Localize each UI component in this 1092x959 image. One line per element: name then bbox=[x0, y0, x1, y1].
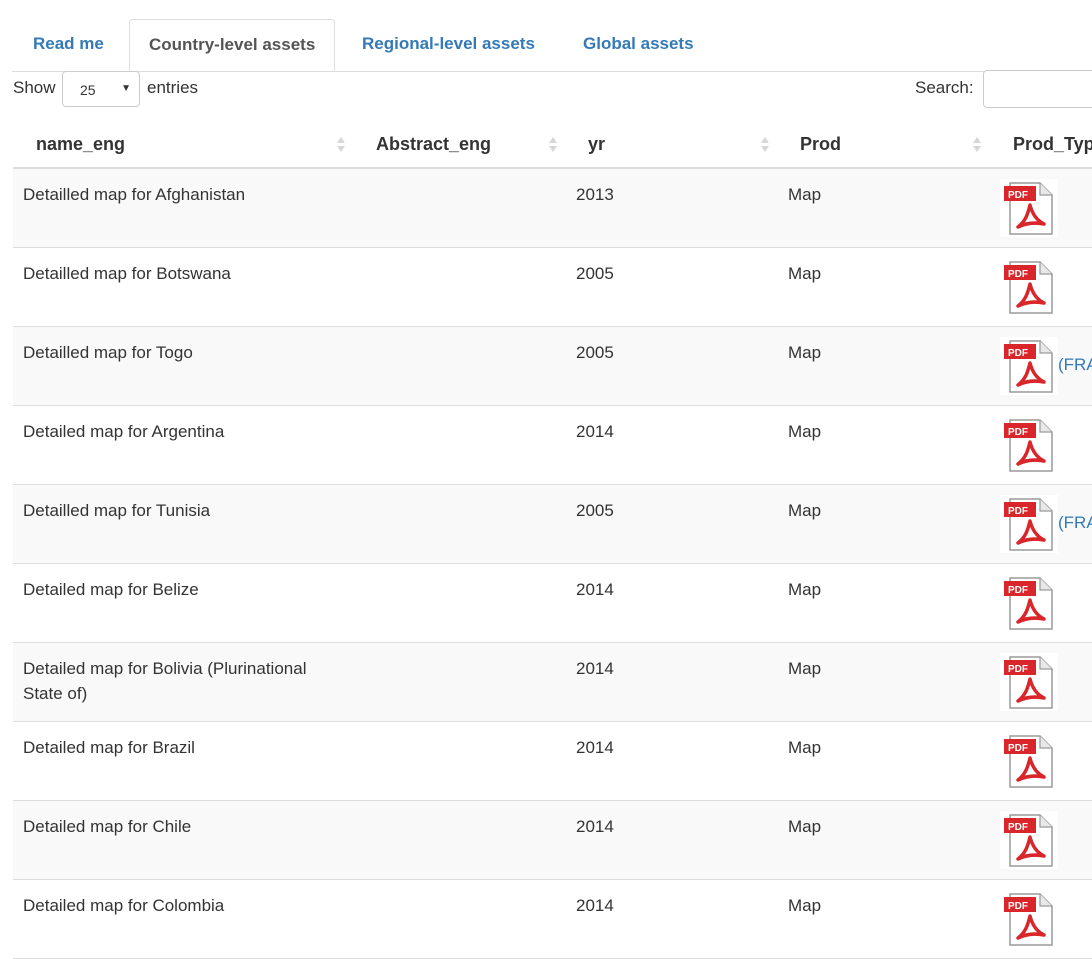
cell-name: Detailed map for Bolivia (Plurinational … bbox=[23, 659, 307, 703]
cell-prod-type: PDF bbox=[1000, 890, 1060, 948]
table-row: Detailled map for Afghanistan 2013 Map P… bbox=[13, 169, 1092, 248]
tab-country-level-assets[interactable]: Country-level assets bbox=[129, 19, 336, 71]
entries-label: entries bbox=[147, 78, 199, 97]
table-row: Detailed map for Colombia 2014 Map PDF bbox=[13, 880, 1092, 959]
table-row: Detailed map for Belize 2014 Map PDF bbox=[13, 564, 1092, 643]
cell-prod-type: PDF bbox=[1000, 337, 1060, 395]
table-body: Detailled map for Afghanistan 2013 Map P… bbox=[13, 169, 1092, 959]
table-row: Detailed map for Brazil 2014 Map PDF bbox=[13, 722, 1092, 801]
assets-table: name_eng Abstract_eng yr Prod Prod_Typ D… bbox=[13, 120, 1092, 959]
tab-read-me[interactable]: Read me bbox=[23, 19, 114, 69]
cell-name: Detailed map for Belize bbox=[23, 580, 199, 599]
sort-icon[interactable] bbox=[761, 137, 769, 153]
sort-icon[interactable] bbox=[549, 137, 557, 153]
cell-year: 2005 bbox=[576, 264, 614, 283]
column-header-abstract-eng[interactable]: Abstract_eng bbox=[376, 134, 491, 155]
svg-text:PDF: PDF bbox=[1008, 348, 1028, 359]
pdf-icon[interactable]: PDF bbox=[1000, 337, 1058, 395]
sort-icon[interactable] bbox=[973, 137, 981, 153]
svg-text:PDF: PDF bbox=[1008, 427, 1028, 438]
cell-prod: Map bbox=[788, 817, 822, 836]
svg-text:PDF: PDF bbox=[1008, 743, 1028, 754]
svg-text:PDF: PDF bbox=[1008, 664, 1028, 675]
cell-prod-type: PDF bbox=[1000, 495, 1060, 553]
cell-prod-type: PDF bbox=[1000, 416, 1060, 474]
svg-text:PDF: PDF bbox=[1008, 822, 1028, 833]
column-header-prod[interactable]: Prod bbox=[800, 134, 841, 155]
fra-link[interactable]: (FRA bbox=[1058, 513, 1092, 533]
cell-year: 2013 bbox=[576, 185, 614, 204]
cell-year: 2014 bbox=[576, 817, 614, 836]
svg-text:PDF: PDF bbox=[1008, 585, 1028, 596]
svg-text:PDF: PDF bbox=[1008, 506, 1028, 517]
cell-prod: Map bbox=[788, 422, 822, 441]
cell-prod-type: PDF bbox=[1000, 258, 1060, 316]
cell-name: Detailed map for Brazil bbox=[23, 738, 195, 757]
svg-text:PDF: PDF bbox=[1008, 901, 1028, 912]
cell-year: 2014 bbox=[576, 738, 614, 757]
cell-name: Detailled map for Togo bbox=[23, 343, 193, 362]
search-label: Search: bbox=[915, 78, 974, 97]
column-header-prod-type[interactable]: Prod_Typ bbox=[1013, 134, 1092, 155]
show-label: Show bbox=[13, 78, 56, 97]
table-row: Detailled map for Tunisia 2005 Map PDF (… bbox=[13, 485, 1092, 564]
cell-prod: Map bbox=[788, 185, 822, 204]
table-row: Detailed map for Chile 2014 Map PDF bbox=[13, 801, 1092, 880]
cell-name: Detailled map for Tunisia bbox=[23, 501, 211, 520]
table-header: name_eng Abstract_eng yr Prod Prod_Typ bbox=[13, 120, 1092, 169]
pdf-icon[interactable]: PDF bbox=[1000, 574, 1058, 632]
cell-name: Detailed map for Colombia bbox=[23, 896, 225, 915]
pdf-icon[interactable]: PDF bbox=[1000, 890, 1058, 948]
cell-prod: Map bbox=[788, 580, 822, 599]
tab-regional-level-assets[interactable]: Regional-level assets bbox=[352, 19, 545, 69]
search-input[interactable] bbox=[983, 70, 1092, 108]
cell-prod: Map bbox=[788, 896, 822, 915]
cell-name: Detailled map for Botswana bbox=[23, 264, 231, 283]
cell-prod: Map bbox=[788, 501, 822, 520]
cell-year: 2014 bbox=[576, 896, 614, 915]
fra-link[interactable]: (FRA bbox=[1058, 355, 1092, 375]
table-row: Detailed map for Bolivia (Plurinational … bbox=[13, 643, 1092, 722]
cell-name: Detailled map for Afghanistan bbox=[23, 185, 246, 204]
table-row: Detailed map for Argentina 2014 Map PDF bbox=[13, 406, 1092, 485]
cell-year: 2014 bbox=[576, 659, 614, 678]
cell-name: Detailed map for Chile bbox=[23, 817, 192, 836]
cell-year: 2005 bbox=[576, 343, 614, 362]
svg-text:PDF: PDF bbox=[1008, 269, 1028, 280]
pdf-icon[interactable]: PDF bbox=[1000, 258, 1058, 316]
pdf-icon[interactable]: PDF bbox=[1000, 653, 1058, 711]
pdf-icon[interactable]: PDF bbox=[1000, 416, 1058, 474]
cell-prod-type: PDF bbox=[1000, 653, 1060, 711]
column-header-yr[interactable]: yr bbox=[588, 134, 605, 155]
cell-prod-type: PDF bbox=[1000, 732, 1060, 790]
entries-select-value: 25 bbox=[80, 82, 96, 98]
pdf-icon[interactable]: PDF bbox=[1000, 495, 1058, 553]
table-row: Detailled map for Botswana 2005 Map PDF bbox=[13, 248, 1092, 327]
cell-year: 2014 bbox=[576, 580, 614, 599]
pdf-icon[interactable]: PDF bbox=[1000, 179, 1058, 237]
cell-prod: Map bbox=[788, 738, 822, 757]
column-header-name-eng[interactable]: name_eng bbox=[36, 134, 125, 155]
cell-prod: Map bbox=[788, 264, 822, 283]
svg-text:PDF: PDF bbox=[1008, 190, 1028, 201]
cell-prod: Map bbox=[788, 659, 822, 678]
cell-prod-type: PDF bbox=[1000, 811, 1060, 869]
entries-select[interactable]: 25 ▼ bbox=[62, 71, 140, 107]
cell-name: Detailed map for Argentina bbox=[23, 422, 225, 441]
tab-global-assets[interactable]: Global assets bbox=[573, 19, 704, 69]
pdf-icon[interactable]: PDF bbox=[1000, 811, 1058, 869]
table-row: Detailled map for Togo 2005 Map PDF (FRA bbox=[13, 327, 1092, 406]
cell-prod-type: PDF bbox=[1000, 574, 1060, 632]
cell-year: 2005 bbox=[576, 501, 614, 520]
cell-prod: Map bbox=[788, 343, 822, 362]
nav-tabs: Read me Country-level assets Regional-le… bbox=[12, 19, 1092, 72]
cell-year: 2014 bbox=[576, 422, 614, 441]
pdf-icon[interactable]: PDF bbox=[1000, 732, 1058, 790]
cell-prod-type: PDF bbox=[1000, 179, 1060, 237]
sort-icon[interactable] bbox=[337, 137, 345, 153]
chevron-down-icon: ▼ bbox=[121, 83, 131, 94]
